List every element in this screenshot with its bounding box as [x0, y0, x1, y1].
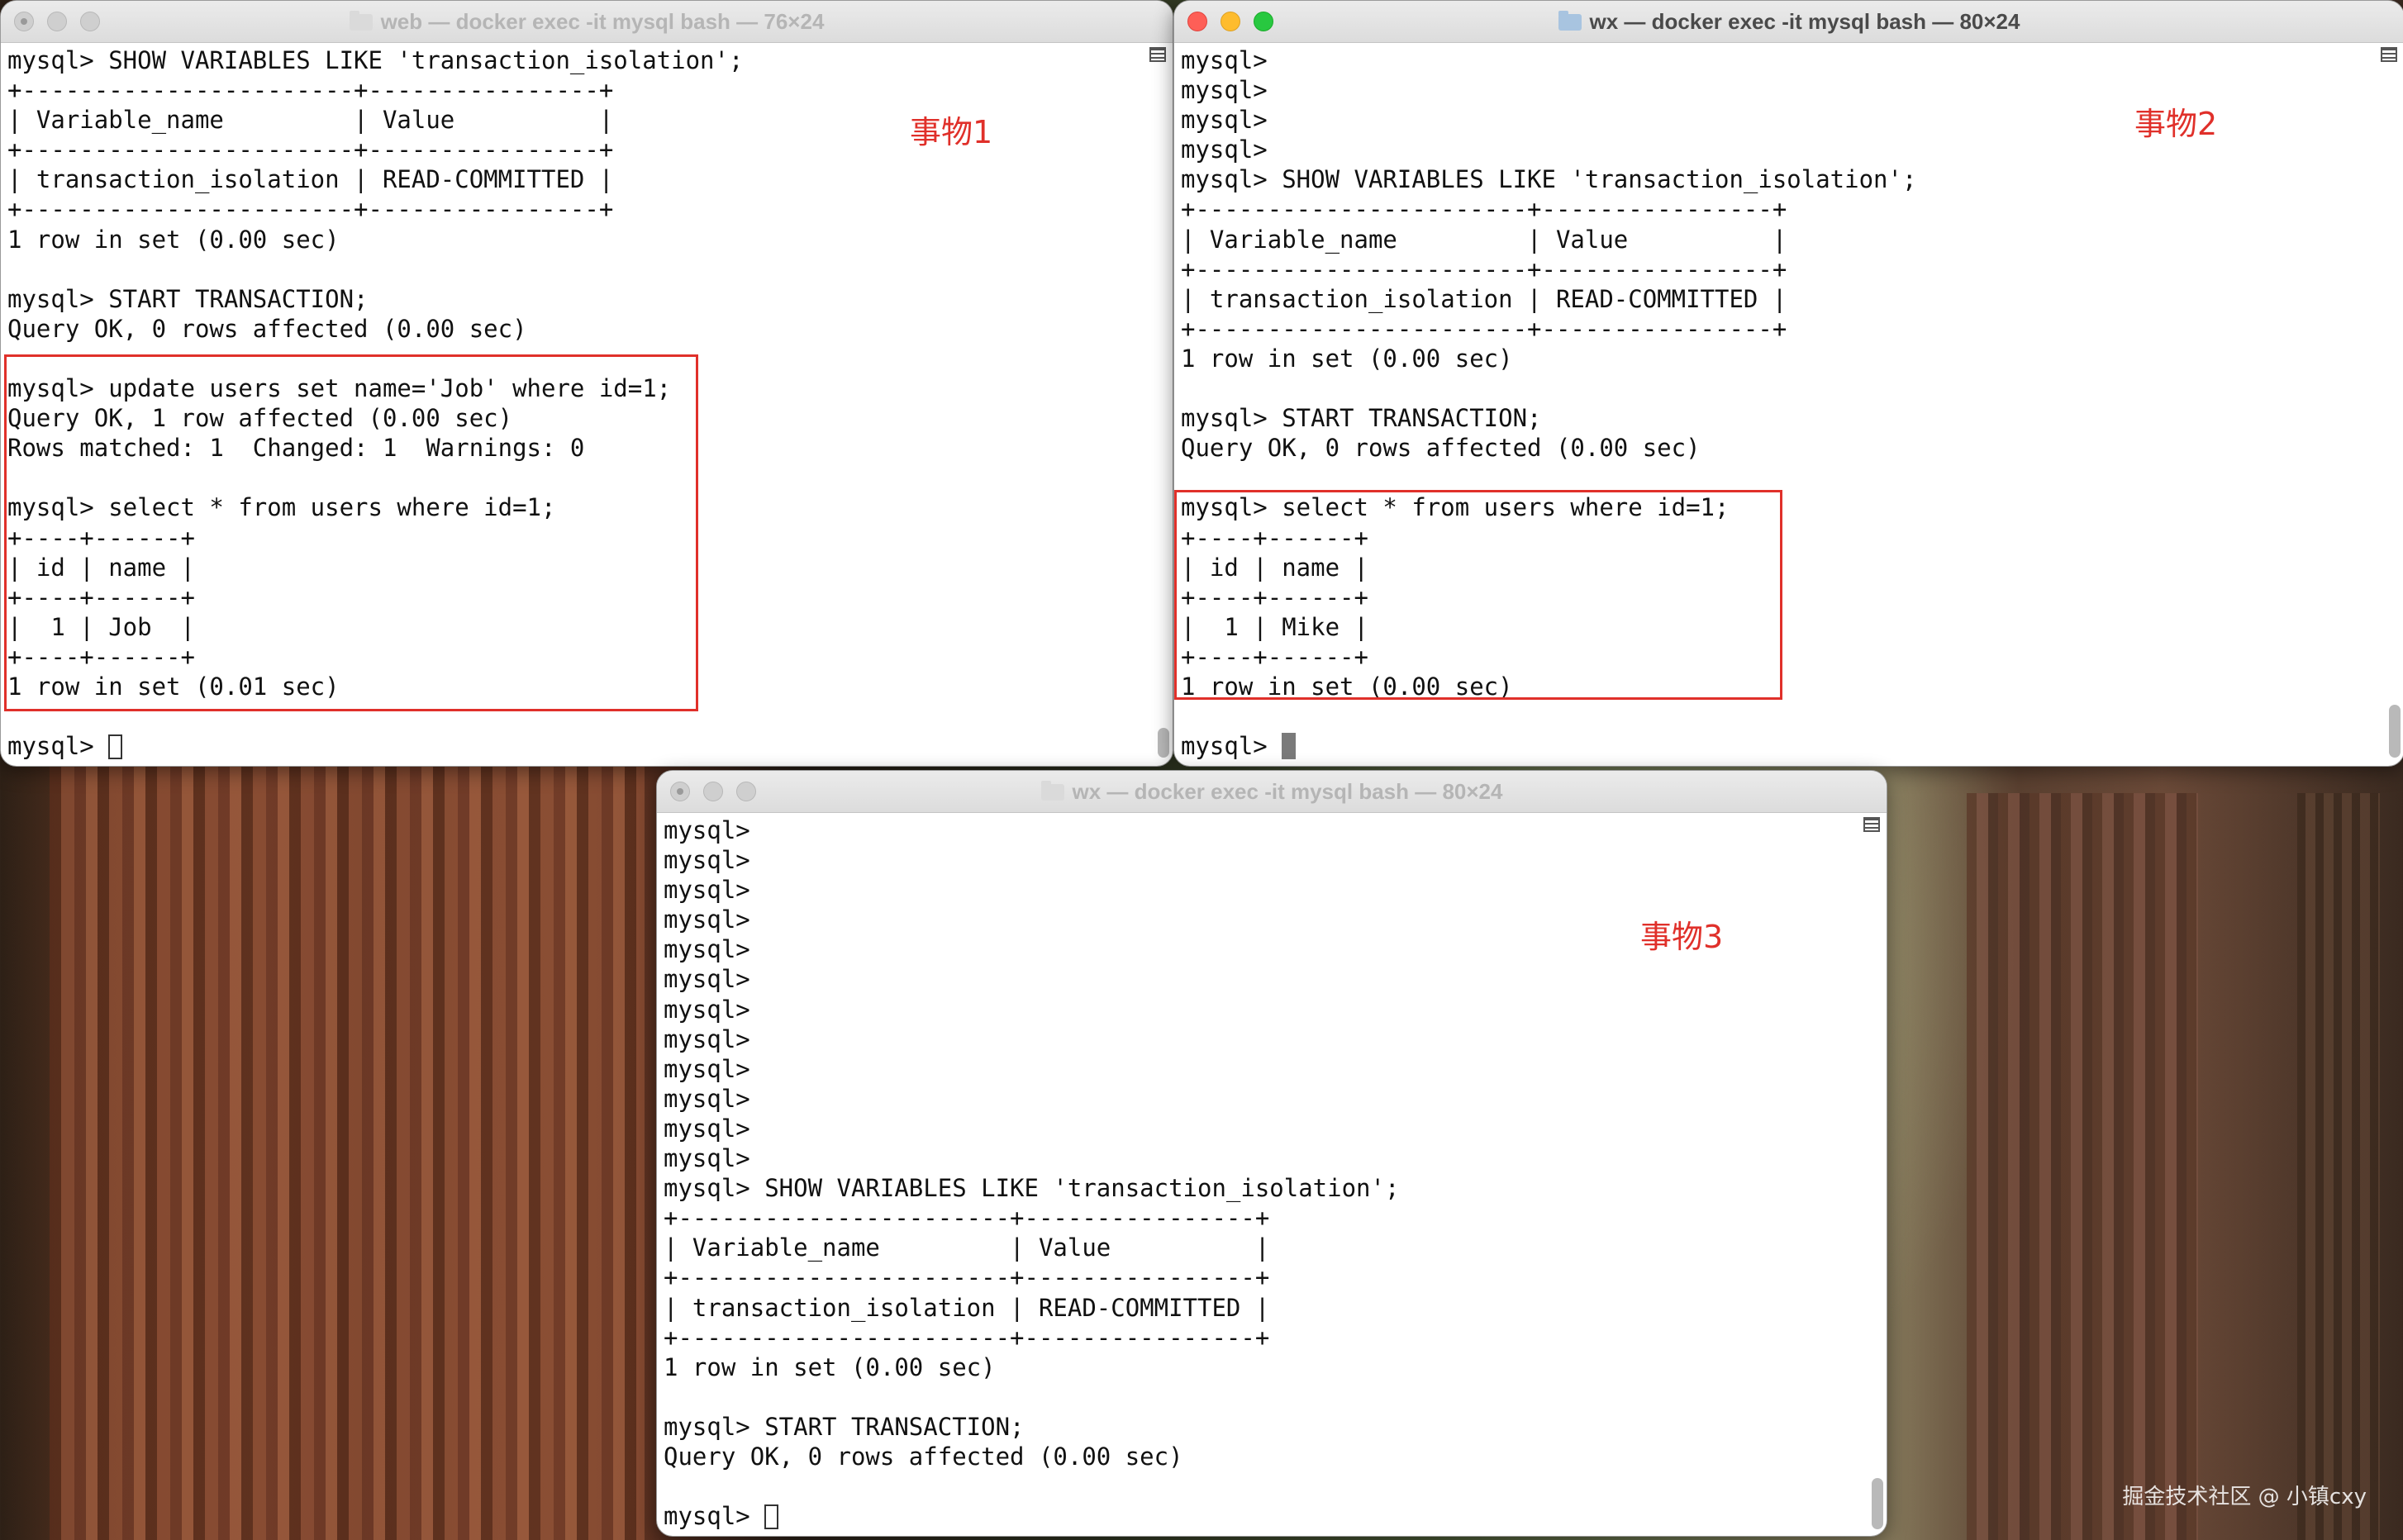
window-title: web — docker exec -it mysql bash — 76×24: [1, 1, 1173, 42]
terminal-window-wx-1[interactable]: wx — docker exec -it mysql bash — 80×24 …: [1173, 0, 2403, 767]
annotation-label: 事物2: [2134, 106, 2218, 142]
terminal-window-wx-2[interactable]: wx — docker exec -it mysql bash — 80×24 …: [656, 770, 1887, 1537]
terminal-line: | transaction_isolation | READ-COMMITTED…: [664, 1293, 1270, 1322]
terminal-line: mysql> START TRANSACTION;: [664, 1412, 1025, 1441]
terminal-line: +-----------------------+---------------…: [664, 1323, 1270, 1352]
terminal-line: 1 row in set (0.00 sec): [7, 225, 340, 254]
tree-trunk: [1967, 793, 2198, 1540]
terminal-line: | transaction_isolation | READ-COMMITTED…: [1181, 284, 1787, 313]
folder-icon: [349, 11, 373, 31]
scroll-marks-icon[interactable]: [1863, 817, 1880, 832]
cursor: [764, 1504, 779, 1530]
window-title-text: wx — docker exec -it mysql bash — 80×24: [1589, 9, 2020, 34]
terminal-line: mysql>: [664, 1024, 750, 1053]
terminal-line: +-----------------------+---------------…: [7, 135, 614, 164]
terminal-line: +-----------------------+---------------…: [664, 1263, 1270, 1292]
terminal-window-web[interactable]: web — docker exec -it mysql bash — 76×24…: [0, 0, 1173, 767]
annotation-label: 事物1: [910, 114, 993, 150]
terminal-line: | Variable_name | Value |: [7, 106, 614, 135]
terminal-prompt: mysql>: [1181, 732, 1282, 761]
terminal-line: +-----------------------+---------------…: [7, 195, 614, 224]
window-title-text: web — docker exec -it mysql bash — 76×24: [380, 9, 825, 34]
terminal-line: mysql>: [664, 1054, 750, 1083]
watermark: 掘金技术社区 @ 小镇cxy: [2122, 1485, 2367, 1509]
highlight-box: [4, 354, 698, 711]
highlight-box: [1174, 490, 1782, 700]
terminal-line: mysql>: [664, 876, 750, 905]
window-title: wx — docker exec -it mysql bash — 80×24: [1174, 1, 2403, 42]
scrollbar[interactable]: [1158, 728, 1169, 758]
tree-trunk: [2297, 793, 2380, 1540]
window-title: wx — docker exec -it mysql bash — 80×24: [657, 771, 1887, 812]
annotation-label: 事物3: [1640, 919, 1724, 955]
folder-icon: [1040, 781, 1064, 801]
title-bar[interactable]: wx — docker exec -it mysql bash — 80×24: [1174, 1, 2403, 43]
terminal-line: mysql> SHOW VARIABLES LIKE 'transaction_…: [1181, 165, 1917, 194]
terminal-line: mysql> START TRANSACTION;: [1181, 404, 1542, 433]
scrollbar[interactable]: [1872, 1478, 1883, 1529]
terminal-prompt: mysql>: [7, 732, 109, 761]
terminal-line: +-----------------------+---------------…: [7, 76, 614, 105]
scroll-marks-icon[interactable]: [1149, 47, 1166, 62]
terminal-line: mysql>: [1181, 76, 1268, 105]
terminal-line: | Variable_name | Value |: [1181, 225, 1787, 254]
window-title-text: wx — docker exec -it mysql bash — 80×24: [1072, 779, 1503, 804]
terminal-line: mysql> SHOW VARIABLES LIKE 'transaction_…: [7, 46, 744, 74]
terminal-line: +-----------------------+---------------…: [664, 1204, 1270, 1233]
terminal-line: | transaction_isolation | READ-COMMITTED…: [7, 165, 614, 194]
terminal-line: mysql>: [1181, 106, 1268, 135]
title-bar[interactable]: wx — docker exec -it mysql bash — 80×24: [657, 771, 1887, 813]
scrollbar[interactable]: [2389, 705, 2401, 758]
terminal-line: mysql>: [664, 1114, 750, 1143]
terminal-prompt: mysql>: [664, 1502, 765, 1531]
terminal-line: mysql>: [664, 995, 750, 1024]
terminal-line: Query OK, 0 rows affected (0.00 sec): [7, 314, 527, 343]
terminal-line: mysql>: [664, 905, 750, 934]
terminal-line: mysql> START TRANSACTION;: [7, 284, 369, 313]
tree-trunk: [50, 765, 645, 1540]
title-bar[interactable]: web — docker exec -it mysql bash — 76×24: [1, 1, 1173, 43]
terminal-line: mysql>: [664, 1084, 750, 1113]
terminal-line: mysql>: [664, 965, 750, 994]
cursor: [108, 734, 123, 760]
terminal-line: mysql>: [664, 846, 750, 875]
terminal-line: mysql>: [664, 816, 750, 844]
terminal-line: Query OK, 0 rows affected (0.00 sec): [1181, 434, 1701, 463]
cursor: [1282, 733, 1297, 760]
scroll-marks-icon[interactable]: [2381, 47, 2397, 62]
terminal-line: mysql>: [664, 1144, 750, 1173]
terminal-line: mysql>: [664, 935, 750, 964]
terminal-output[interactable]: mysql> mysql> mysql> mysql> mysql> mysql…: [664, 815, 1399, 1531]
terminal-line: 1 row in set (0.00 sec): [1181, 344, 1513, 373]
terminal-line: mysql> SHOW VARIABLES LIKE 'transaction_…: [664, 1174, 1400, 1203]
terminal-line: mysql>: [1181, 46, 1268, 74]
terminal-line: mysql>: [1181, 135, 1268, 164]
terminal-line: | Variable_name | Value |: [664, 1233, 1270, 1262]
terminal-line: +-----------------------+---------------…: [1181, 314, 1787, 343]
terminal-line: +-----------------------+---------------…: [1181, 195, 1787, 224]
terminal-line: +-----------------------+---------------…: [1181, 254, 1787, 283]
terminal-line: Query OK, 0 rows affected (0.00 sec): [664, 1442, 1183, 1471]
folder-icon: [1558, 11, 1582, 31]
terminal-line: 1 row in set (0.00 sec): [664, 1352, 996, 1381]
